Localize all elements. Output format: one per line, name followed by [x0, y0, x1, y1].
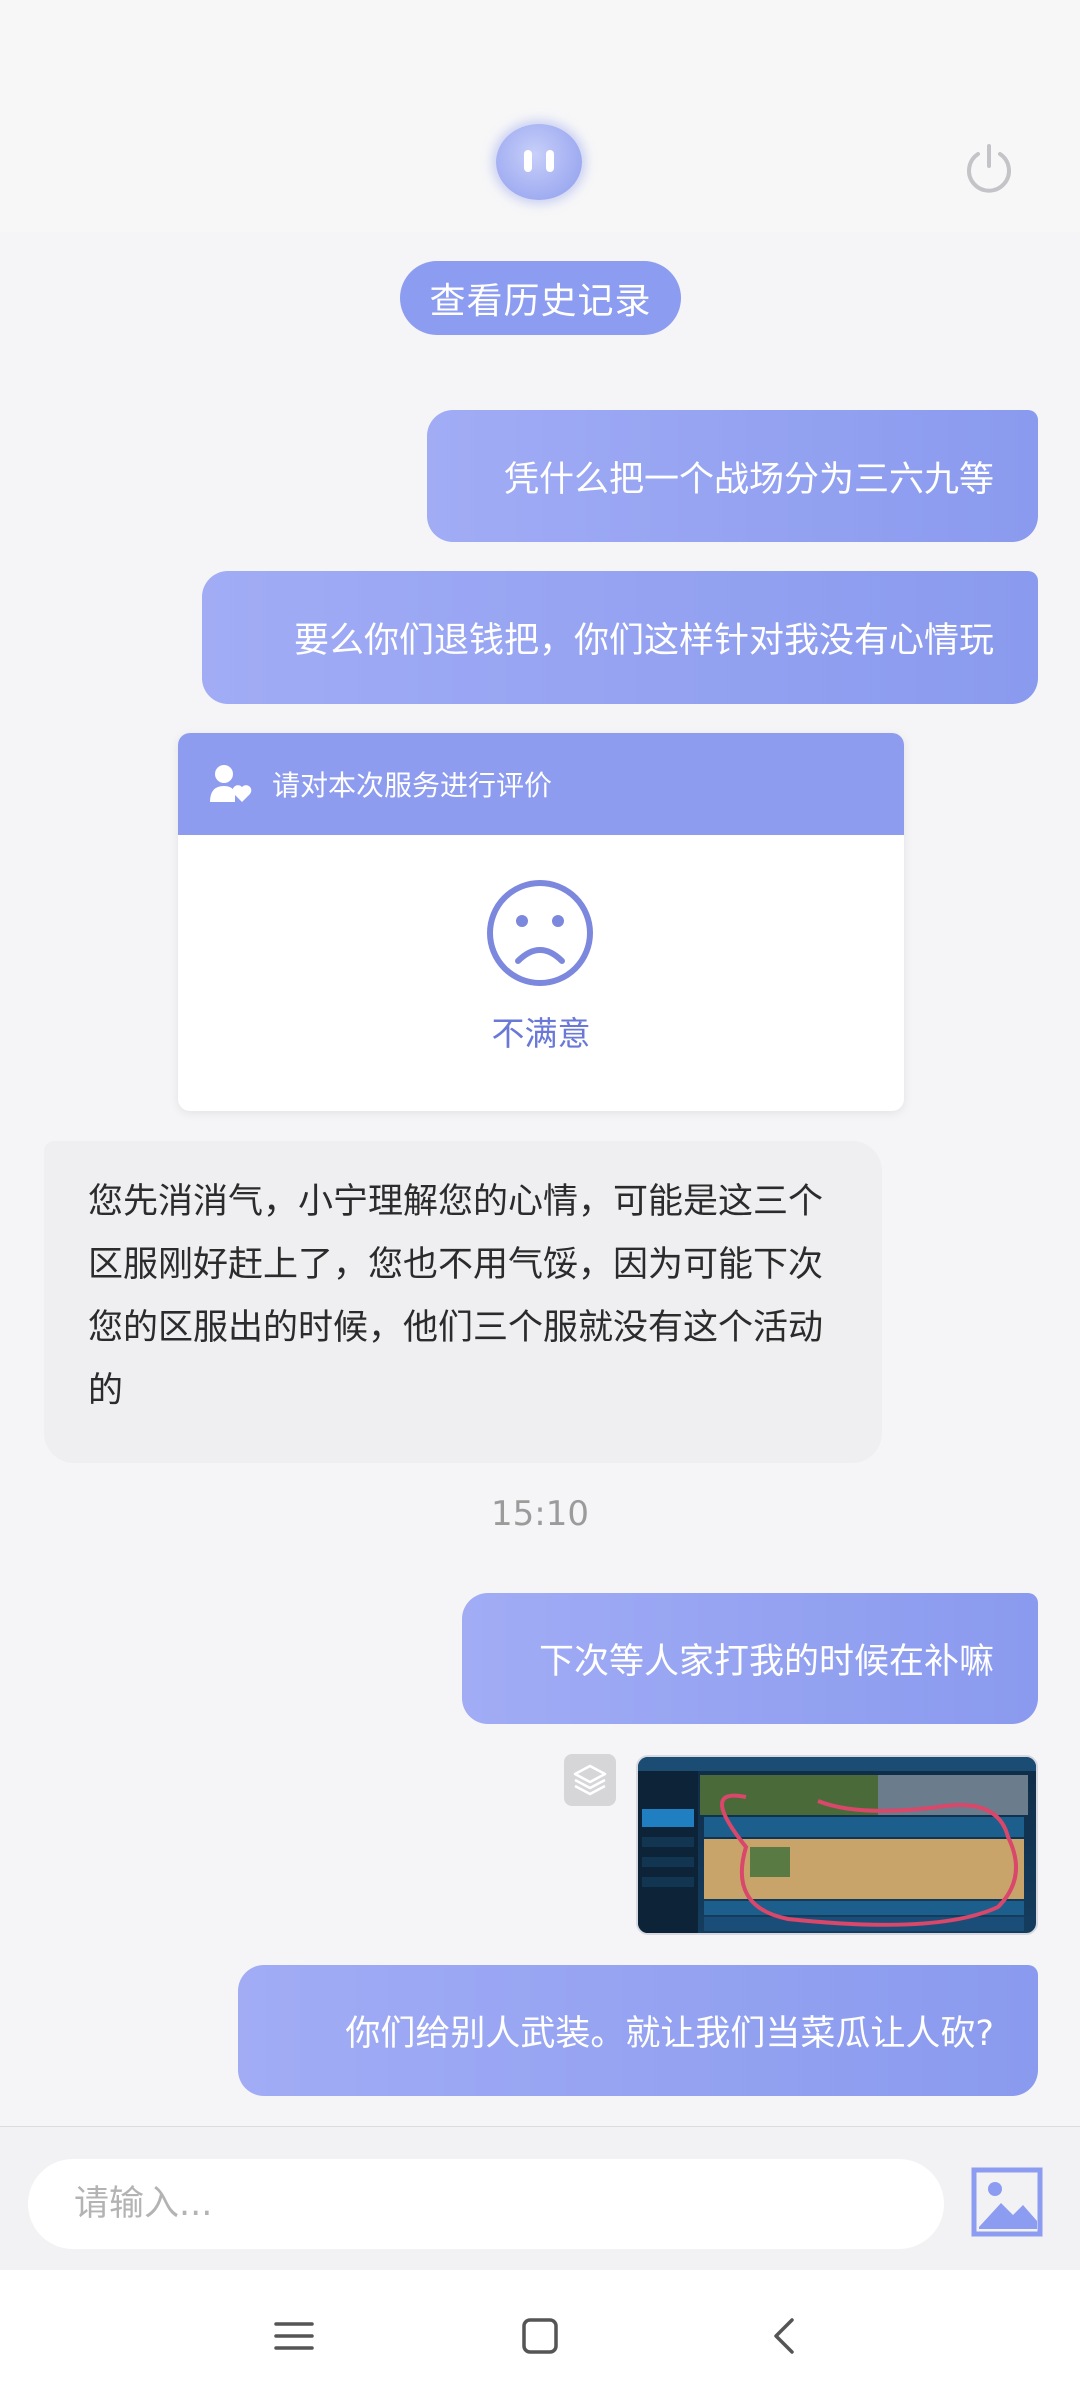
chat-header — [0, 0, 1080, 232]
users-heart-icon — [210, 765, 252, 802]
robot-face-icon — [496, 124, 582, 200]
game-screenshot-image[interactable] — [636, 1755, 1038, 1935]
outgoing-message: 你们给别人武装。就让我们当菜瓜让人砍? — [238, 1965, 1038, 2096]
view-history-button[interactable]: 查看历史记录 — [400, 261, 681, 335]
incoming-message: 您先消消气，小宁理解您的心情，可能是这三个区服刚好赶上了，您也不用气馁，因为可能… — [44, 1141, 882, 1463]
home-icon[interactable] — [516, 2312, 564, 2360]
avatar-eye — [524, 150, 532, 172]
message-timestamp: 15:10 — [491, 1494, 589, 1534]
menu-icon[interactable] — [270, 2312, 318, 2360]
message-input[interactable] — [28, 2159, 944, 2249]
outgoing-message: 下次等人家打我的时候在补嘛 — [462, 1593, 1038, 1724]
system-nav-bar — [0, 2270, 1080, 2400]
power-icon[interactable] — [964, 142, 1014, 194]
input-bar — [0, 2126, 1080, 2270]
service-rating-card: 请对本次服务进行评价 不满意 — [178, 733, 904, 1111]
back-icon[interactable] — [762, 2312, 810, 2360]
rating-header: 请对本次服务进行评价 — [178, 733, 904, 835]
rating-body: 不满意 — [178, 835, 904, 1111]
rating-title: 请对本次服务进行评价 — [272, 769, 553, 802]
outgoing-message: 要么你们退钱把，你们这样针对我没有心情玩 — [202, 571, 1038, 704]
layers-icon[interactable] — [564, 1754, 616, 1806]
image-picker-icon[interactable] — [971, 2167, 1043, 2237]
sad-face-icon[interactable] — [484, 877, 596, 989]
rating-result-label: 不满意 — [491, 1014, 591, 1053]
avatar-eye — [546, 150, 554, 172]
outgoing-message: 凭什么把一个战场分为三六九等 — [427, 410, 1038, 542]
